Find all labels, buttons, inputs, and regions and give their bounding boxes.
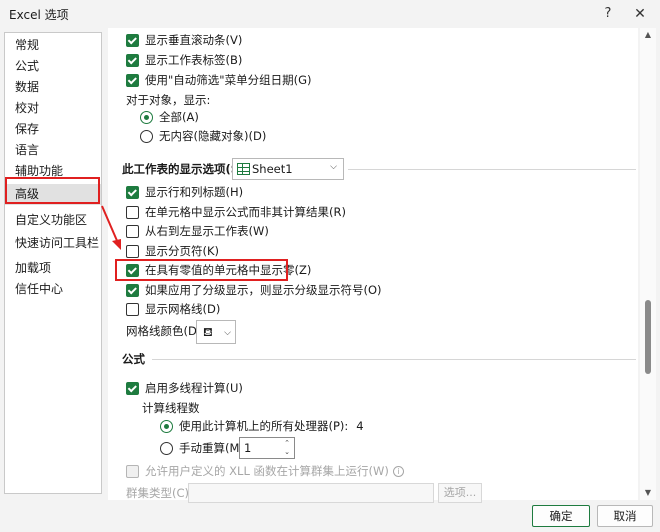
option-label: 显示网格线(D) [145, 302, 221, 316]
gridline-color-text: 网格线颜色(D) [126, 324, 202, 338]
checkbox[interactable] [126, 244, 139, 258]
cluster-options-button: 选项... [438, 483, 482, 503]
sheet-icon [237, 163, 250, 175]
sidebar-item-general[interactable]: 常规 [5, 35, 101, 56]
sidebar-item-quick-access[interactable]: 快速访问工具栏 [5, 233, 101, 254]
close-icon[interactable]: ✕ [629, 4, 651, 24]
checkbox[interactable] [126, 205, 139, 219]
multithread-option[interactable]: 启用多线程计算(U) [126, 379, 243, 397]
option-label: 启用多线程计算(U) [145, 381, 243, 395]
sheet-display-section-title: 此工作表的显示选项(S): [122, 162, 249, 176]
checkbox[interactable] [126, 33, 139, 47]
info-icon: i [392, 465, 404, 477]
section-divider [348, 169, 636, 170]
option-label: 显示分页符(K) [145, 244, 220, 258]
sidebar-item-language[interactable]: 语言 [5, 140, 101, 161]
threads-label: 计算线程数 [142, 399, 200, 417]
sidebar-item-customize-ribbon[interactable]: 自定义功能区 [5, 210, 101, 231]
checkbox[interactable] [126, 302, 139, 316]
spin-arrows-icon[interactable]: ⌃ ⌄ [281, 439, 293, 457]
chevron-down-icon: ⌵ [330, 162, 337, 172]
scroll-thumb[interactable] [645, 300, 651, 374]
gridline-color-picker[interactable]: ⛾ ⌵ [196, 320, 236, 344]
group-dates-option[interactable]: 使用"自动筛选"菜单分组日期(G) [126, 71, 311, 89]
sidebar: 常规 公式 数据 校对 保存 语言 辅助功能 高级 自定义功能区 快速访问工具栏… [4, 32, 102, 494]
sidebar-item-data[interactable]: 数据 [5, 77, 101, 98]
checkbox[interactable] [126, 185, 139, 199]
sidebar-item-save[interactable]: 保存 [5, 119, 101, 140]
radio-button[interactable] [160, 441, 173, 455]
sidebar-item-proofing[interactable]: 校对 [5, 98, 101, 119]
allow-xll-option: 允许用户定义的 XLL 函数在计算群集上运行(W) i [126, 462, 404, 480]
objects-label-text: 对于对象，显示: [126, 93, 211, 107]
paint-bucket-icon: ⛾ [203, 325, 213, 339]
objects-all-option[interactable]: 全部(A) [140, 108, 199, 126]
show-outline-option[interactable]: 如果应用了分级显示，则显示分级显示符号(O) [126, 281, 382, 299]
gridline-color-label: 网格线颜色(D) [126, 322, 201, 340]
option-label: 显示工作表标签(B) [145, 53, 243, 67]
manual-threads-option[interactable]: 手动重算(M) [160, 439, 244, 457]
chevron-down-icon: ⌵ [224, 328, 231, 338]
option-label: 使用此计算机上的所有处理器(P): [179, 419, 349, 433]
option-label: 使用"自动筛选"菜单分组日期(G) [145, 73, 312, 87]
show-vscroll-option[interactable]: 显示垂直滚动条(V) [126, 31, 242, 49]
cluster-type-text: 群集类型(C): [126, 486, 193, 500]
scrollbar[interactable]: ▲ ▼ [640, 28, 656, 500]
section-divider [152, 359, 636, 360]
processor-count: 4 [356, 419, 364, 433]
option-label: 在具有零值的单元格中显示零(Z) [145, 263, 312, 277]
option-label: 从右到左显示工作表(W) [145, 224, 269, 238]
title-bar: Excel 选项 ? ✕ [0, 0, 660, 28]
sheet-select[interactable]: Sheet1 ⌵ [232, 158, 344, 180]
scroll-down-icon[interactable]: ▼ [640, 486, 656, 500]
radio-button[interactable] [140, 129, 153, 143]
show-sheet-tabs-option[interactable]: 显示工作表标签(B) [126, 51, 242, 69]
checkbox[interactable] [126, 53, 139, 67]
show-headers-option[interactable]: 显示行和列标题(H) [126, 183, 243, 201]
option-label: 显示行和列标题(H) [145, 185, 244, 199]
thread-count-value: 1 [244, 441, 252, 455]
objects-label: 对于对象，显示: [126, 91, 210, 109]
options-dialog: 常规 公式 数据 校对 保存 语言 辅助功能 高级 自定义功能区 快速访问工具栏… [0, 28, 660, 532]
option-label: 显示垂直滚动条(V) [145, 33, 243, 47]
thread-count-spinner[interactable]: 1 ⌃ ⌄ [239, 437, 295, 459]
option-label: 手动重算(M) [179, 441, 244, 455]
window-title: Excel 选项 [9, 8, 69, 22]
show-formulas-option[interactable]: 在单元格中显示公式而非其计算结果(R) [126, 203, 346, 221]
show-page-breaks-option[interactable]: 显示分页符(K) [126, 242, 219, 260]
sidebar-item-trust-center[interactable]: 信任中心 [5, 279, 101, 300]
sidebar-item-addins[interactable]: 加载项 [5, 258, 101, 279]
cancel-button[interactable]: 取消 [597, 505, 653, 527]
radio-button[interactable] [140, 110, 153, 124]
scroll-up-icon[interactable]: ▲ [640, 28, 656, 42]
threads-label-text: 计算线程数 [142, 401, 200, 415]
checkbox[interactable] [126, 283, 139, 297]
show-gridlines-option[interactable]: 显示网格线(D) [126, 300, 220, 318]
cluster-type-label: 群集类型(C): [126, 484, 193, 502]
objects-none-option[interactable]: 无内容(隐藏对象)(D) [140, 127, 266, 145]
sidebar-item-formulas[interactable]: 公式 [5, 56, 101, 77]
sidebar-item-accessibility[interactable]: 辅助功能 [5, 161, 101, 182]
options-content: 显示垂直滚动条(V) 显示工作表标签(B) 使用"自动筛选"菜单分组日期(G) … [108, 28, 638, 503]
option-label: 允许用户定义的 XLL 函数在计算群集上运行(W) [145, 464, 389, 478]
formulas-section-title: 公式 [122, 352, 145, 366]
sheet-select-value: Sheet1 [252, 162, 293, 176]
ok-button[interactable]: 确定 [532, 505, 590, 527]
help-icon[interactable]: ? [597, 4, 619, 24]
use-all-processors-option[interactable]: 使用此计算机上的所有处理器(P): 4 [160, 417, 364, 435]
option-label: 在单元格中显示公式而非其计算结果(R) [145, 205, 346, 219]
cluster-type-select [188, 483, 434, 503]
right-to-left-option[interactable]: 从右到左显示工作表(W) [126, 222, 269, 240]
checkbox[interactable] [126, 381, 139, 395]
checkbox[interactable] [126, 263, 139, 277]
option-label: 无内容(隐藏对象)(D) [159, 129, 267, 143]
option-label: 全部(A) [159, 110, 199, 124]
checkbox [126, 464, 139, 478]
checkbox[interactable] [126, 224, 139, 238]
show-zero-option[interactable]: 在具有零值的单元格中显示零(Z) [126, 261, 311, 279]
option-label: 如果应用了分级显示，则显示分级显示符号(O) [145, 283, 382, 297]
checkbox[interactable] [126, 73, 139, 87]
radio-button[interactable] [160, 419, 173, 433]
sidebar-item-advanced[interactable]: 高级 [5, 184, 101, 205]
